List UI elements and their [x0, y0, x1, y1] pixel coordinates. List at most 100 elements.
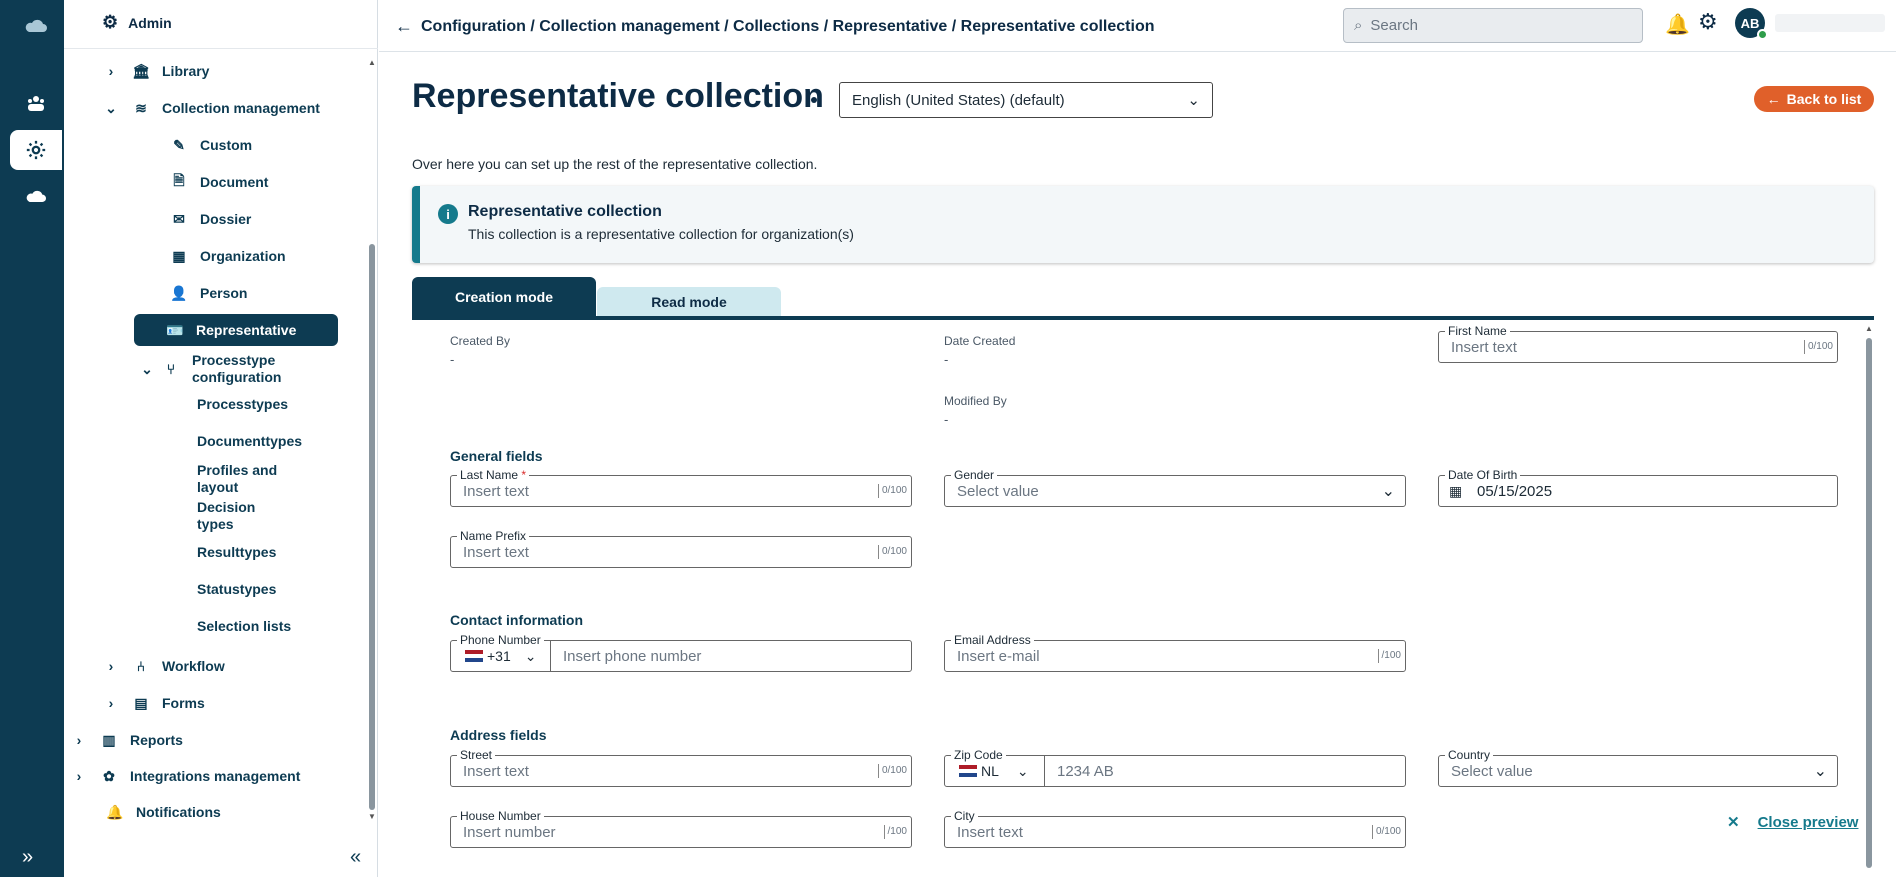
search-icon: ⌕: [1354, 17, 1363, 34]
settings-gear-icon[interactable]: ⚙: [1698, 9, 1718, 35]
chevron-right-icon: ›: [76, 768, 82, 784]
calendar-icon[interactable]: ▦: [1449, 483, 1462, 500]
cloud-icon[interactable]: [10, 176, 62, 216]
form-scrollbar[interactable]: ▲: [1864, 324, 1874, 877]
last-name-label-wrap: Last Name *: [457, 468, 530, 482]
last-name-placeholder: Insert text: [463, 483, 529, 500]
sidebar-item-selection-lists[interactable]: Selection lists: [197, 618, 291, 634]
sidebar-item-collection-management[interactable]: ⌄ ≋ Collection management: [104, 97, 320, 119]
back-to-list-button[interactable]: ← Back to list: [1754, 86, 1874, 112]
sidebar-item-label: Profiles and layout: [197, 462, 278, 495]
chevron-down-icon: ⌄: [141, 360, 153, 377]
sidebar-header[interactable]: ⚙ Admin: [102, 12, 172, 33]
scroll-down-icon[interactable]: ▼: [368, 812, 376, 821]
language-select[interactable]: English (United States) (default) ⌄: [839, 82, 1213, 118]
sidebar-scrollbar[interactable]: ▲ ▼: [368, 58, 376, 821]
sidebar-item-documenttypes[interactable]: Documenttypes: [197, 433, 302, 449]
zip-country-select[interactable]: NL ⌄: [945, 756, 1045, 786]
sidebar-item-statustypes[interactable]: Statustypes: [197, 581, 276, 597]
settings-icon[interactable]: [10, 130, 62, 170]
close-preview-label: Close preview: [1757, 813, 1859, 831]
sidebar-item-workflow[interactable]: › ⑃ Workflow: [104, 655, 225, 677]
sidebar-item-reports[interactable]: › ▥ Reports: [72, 729, 183, 751]
zip-code-field[interactable]: Zip Code NL ⌄ 1234 AB: [944, 748, 1406, 787]
sidebar-item-dossier[interactable]: ✉ Dossier: [168, 208, 251, 230]
gender-select[interactable]: Gender Select value ⌄: [944, 468, 1406, 507]
tab-creation-mode[interactable]: Creation mode: [412, 277, 596, 317]
modified-by-label: Modified By: [944, 394, 1007, 408]
contact-information-title: Contact information: [450, 612, 583, 628]
sidebar-item-label: Selection lists: [197, 618, 292, 634]
search-input[interactable]: ⌕ Search: [1343, 8, 1643, 43]
sidebar-item-organization[interactable]: ▦ Organization: [168, 245, 285, 267]
nl-flag-icon: [465, 650, 483, 662]
sidebar-item-processtypes[interactable]: Processtypes: [197, 396, 288, 412]
scroll-up-icon[interactable]: ▲: [368, 58, 376, 67]
sidebar-item-label: Document: [200, 174, 269, 190]
sidebar-item-profiles-layout[interactable]: Profiles and layout: [197, 462, 287, 496]
sidebar-item-label: Person: [200, 285, 248, 301]
scroll-thumb[interactable]: [1866, 338, 1872, 868]
name-prefix-placeholder: Insert text: [463, 544, 529, 561]
workflow-icon: ⑃: [136, 658, 146, 674]
chevron-down-icon: ⌄: [524, 647, 537, 664]
first-name-field[interactable]: First Name Insert text 0/100: [1438, 324, 1838, 363]
custom-edit-icon: ✎: [173, 136, 185, 153]
sidebar-item-forms[interactable]: › ▤ Forms: [104, 692, 205, 714]
sidebar-item-notifications[interactable]: 🔔 Notifications: [104, 801, 221, 823]
country-select[interactable]: Country Select value ⌄: [1438, 748, 1838, 787]
last-name-field[interactable]: Last Name * Insert text 0/100: [450, 468, 912, 507]
sidebar-item-representative[interactable]: 🪪 Representative: [134, 314, 338, 346]
sidebar-item-integrations[interactable]: › ✿ Integrations management: [72, 765, 301, 787]
online-status-dot: [1757, 29, 1768, 40]
phone-number-field[interactable]: Phone Number +31 ⌄ Insert phone number: [450, 633, 912, 672]
cloud-logo-icon[interactable]: [10, 6, 62, 46]
expand-rail-icon[interactable]: »: [22, 846, 33, 869]
house-number-field[interactable]: House Number Insert number /100: [450, 809, 912, 848]
user-name-redacted[interactable]: [1775, 14, 1885, 32]
first-name-placeholder: Insert text: [1451, 339, 1517, 356]
sidebar-item-label: Processtype configuration: [192, 352, 282, 385]
sidebar-item-custom[interactable]: ✎ Custom: [168, 134, 252, 156]
sidebar-item-person[interactable]: 👤 Person: [168, 282, 247, 304]
street-counter: 0/100: [877, 764, 907, 778]
email-field[interactable]: Email Address Insert e-mail /100: [944, 633, 1406, 672]
reports-icon: ▥: [102, 731, 116, 748]
search-placeholder: Search: [1370, 17, 1418, 34]
street-field[interactable]: Street Insert text 0/100: [450, 748, 912, 787]
process-icon: ⑂: [166, 360, 176, 377]
cases-icon[interactable]: [10, 84, 62, 124]
breadcrumb-text[interactable]: Configuration / Collection management / …: [421, 18, 1154, 36]
back-arrow-icon[interactable]: ←: [395, 16, 413, 37]
scroll-up-icon[interactable]: ▲: [1865, 324, 1873, 333]
city-placeholder: Insert text: [957, 824, 1023, 841]
sidebar-item-resulttypes[interactable]: Resulttypes: [197, 544, 276, 560]
date-of-birth-field[interactable]: Date Of Birth ▦ 05/15/2025: [1438, 468, 1838, 507]
bell-icon[interactable]: 🔔: [1665, 12, 1690, 37]
phone-country-select[interactable]: +31 ⌄: [451, 641, 551, 671]
sidebar-header-label: Admin: [128, 14, 172, 31]
chevron-down-icon: ⌄: [1381, 483, 1395, 500]
sidebar-item-processtype-configuration[interactable]: ⌄ ⑂ Processtype configuration: [140, 352, 340, 386]
sidebar-item-library[interactable]: › 🏛 Library: [104, 60, 210, 82]
tab-read-mode[interactable]: Read mode: [597, 287, 781, 317]
close-preview-button[interactable]: ✕ Close preview: [1727, 813, 1859, 832]
avatar-initials: AB: [1740, 15, 1760, 31]
city-field[interactable]: City Insert text 0/100: [944, 809, 1406, 848]
arrow-left-icon: ←: [1766, 91, 1781, 107]
sidebar-item-label: Forms: [162, 695, 205, 711]
country-label: Country: [1445, 748, 1494, 762]
representative-icon: 🪪: [166, 321, 184, 338]
name-prefix-field[interactable]: Name Prefix Insert text 0/100: [450, 529, 912, 568]
sidebar-item-document[interactable]: 🗎 Document: [168, 171, 268, 193]
scroll-thumb[interactable]: [369, 244, 375, 810]
main-content: Representative collection English (Unite…: [379, 53, 1896, 877]
forms-icon: ▤: [134, 694, 148, 711]
phone-code: +31: [487, 648, 511, 664]
street-label: Street: [457, 748, 496, 762]
collapse-sidebar-icon[interactable]: «: [350, 846, 361, 869]
avatar[interactable]: AB: [1735, 8, 1768, 40]
dossier-icon: ✉: [173, 210, 185, 227]
house-number-placeholder: Insert number: [463, 824, 556, 841]
sidebar-item-decision-types[interactable]: Decision types: [197, 499, 287, 533]
